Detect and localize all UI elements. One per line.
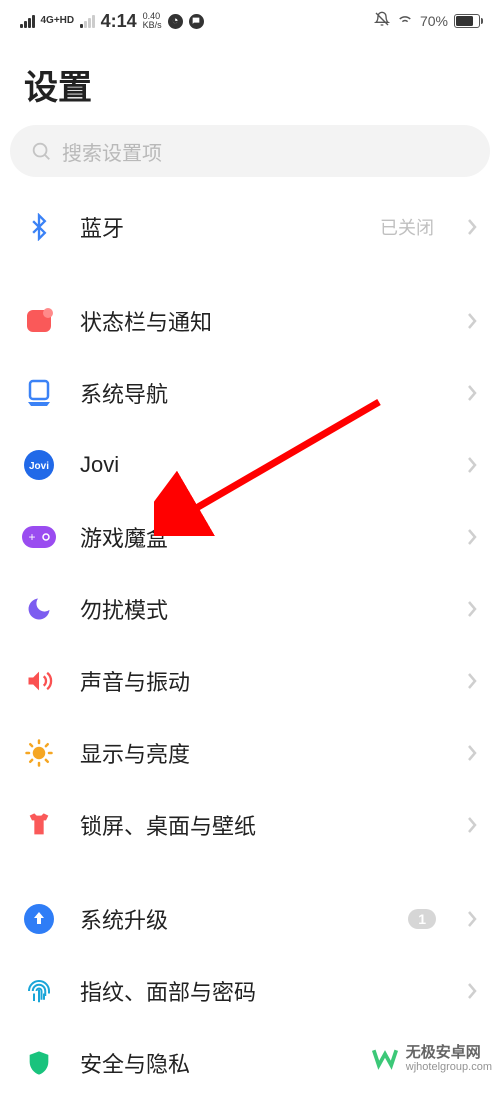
- signal-primary-icon: [20, 14, 35, 28]
- notification-icon: [22, 304, 56, 338]
- status-left: 4G+HD 4:14 0.40 KB/s ◔: [20, 11, 204, 32]
- setting-item-display[interactable]: 显示与亮度: [22, 717, 478, 789]
- setting-item-dnd[interactable]: 勿扰模式: [22, 573, 478, 645]
- setting-item-biometrics[interactable]: 指纹、面部与密码: [22, 955, 478, 1027]
- update-badge: 1: [408, 909, 436, 929]
- svg-text:+: +: [28, 530, 35, 544]
- chevron-right-icon: [466, 383, 478, 403]
- net-speed: 0.40 KB/s: [143, 12, 162, 30]
- section-divider: [22, 263, 478, 285]
- setting-item-jovi[interactable]: Jovi Jovi: [22, 429, 478, 501]
- battery-percentage: 70%: [420, 13, 448, 29]
- chevron-right-icon: [466, 981, 478, 1001]
- setting-label: 系统导航: [80, 377, 442, 409]
- setting-label: 状态栏与通知: [80, 305, 442, 337]
- setting-label: 勿扰模式: [80, 593, 442, 625]
- watermark-logo-icon: [370, 1044, 400, 1074]
- search-input[interactable]: 搜索设置项: [10, 125, 490, 177]
- chevron-right-icon: [466, 217, 478, 237]
- chevron-right-icon: [466, 909, 478, 929]
- signal-secondary-icon: [80, 14, 95, 28]
- setting-item-sound[interactable]: 声音与振动: [22, 645, 478, 717]
- status-bar: 4G+HD 4:14 0.40 KB/s ◔ 70%: [0, 0, 500, 42]
- shield-icon: [22, 1046, 56, 1080]
- setting-item-system-navigation[interactable]: 系统导航: [22, 357, 478, 429]
- search-placeholder: 搜索设置项: [62, 137, 162, 166]
- setting-label: 游戏魔盒: [80, 521, 442, 553]
- setting-label: 蓝牙: [80, 211, 356, 243]
- status-right: 70%: [374, 10, 480, 33]
- chevron-right-icon: [466, 527, 478, 547]
- chevron-right-icon: [466, 311, 478, 331]
- net-speed-unit: KB/s: [143, 21, 162, 30]
- setting-label: 系统升级: [80, 903, 384, 935]
- moon-icon: [22, 592, 56, 626]
- chevron-right-icon: [466, 671, 478, 691]
- jovi-icon: Jovi: [22, 448, 56, 482]
- setting-label: 声音与振动: [80, 665, 442, 697]
- setting-label: 指纹、面部与密码: [80, 975, 442, 1007]
- speaker-icon: [22, 664, 56, 698]
- svg-text:Jovi: Jovi: [29, 461, 49, 472]
- chat-bubble-icon: [189, 14, 204, 29]
- battery-icon: [454, 14, 480, 28]
- tshirt-icon: [22, 808, 56, 842]
- setting-label: 显示与亮度: [80, 737, 442, 769]
- watermark-title: 无极安卓网: [406, 1044, 492, 1061]
- setting-item-system-upgrade[interactable]: 系统升级 1: [22, 883, 478, 955]
- wifi-icon: [396, 10, 414, 33]
- chevron-right-icon: [466, 599, 478, 619]
- navigation-icon: [22, 376, 56, 410]
- setting-label: 锁屏、桌面与壁纸: [80, 809, 442, 841]
- network-label: 4G+HD: [41, 16, 75, 26]
- section-divider: [22, 861, 478, 883]
- page-title: 设置: [0, 42, 500, 125]
- clock: 4:14: [101, 11, 137, 32]
- setting-item-statusbar-notifications[interactable]: 状态栏与通知: [22, 285, 478, 357]
- bell-mute-icon: [374, 11, 390, 32]
- watermark-url: wjhotelgroup.com: [406, 1061, 492, 1074]
- setting-label: Jovi: [80, 452, 442, 478]
- compass-icon: ◔: [168, 14, 183, 29]
- chevron-right-icon: [466, 815, 478, 835]
- fingerprint-icon: [22, 974, 56, 1008]
- chevron-right-icon: [466, 455, 478, 475]
- upgrade-icon: [22, 902, 56, 936]
- gamebox-icon: +: [22, 520, 56, 554]
- setting-item-lockscreen[interactable]: 锁屏、桌面与壁纸: [22, 789, 478, 861]
- settings-list: 蓝牙 已关闭 状态栏与通知 系统导航 Jovi Jovi + 游戏魔盒: [0, 191, 500, 1099]
- watermark: 无极安卓网 wjhotelgroup.com: [370, 1044, 492, 1074]
- chevron-right-icon: [466, 743, 478, 763]
- sun-icon: [22, 736, 56, 770]
- bluetooth-icon: [22, 210, 56, 244]
- setting-item-gamebox[interactable]: + 游戏魔盒: [22, 501, 478, 573]
- setting-value: 已关闭: [380, 214, 434, 240]
- setting-item-bluetooth[interactable]: 蓝牙 已关闭: [22, 191, 478, 263]
- search-icon: [30, 140, 52, 162]
